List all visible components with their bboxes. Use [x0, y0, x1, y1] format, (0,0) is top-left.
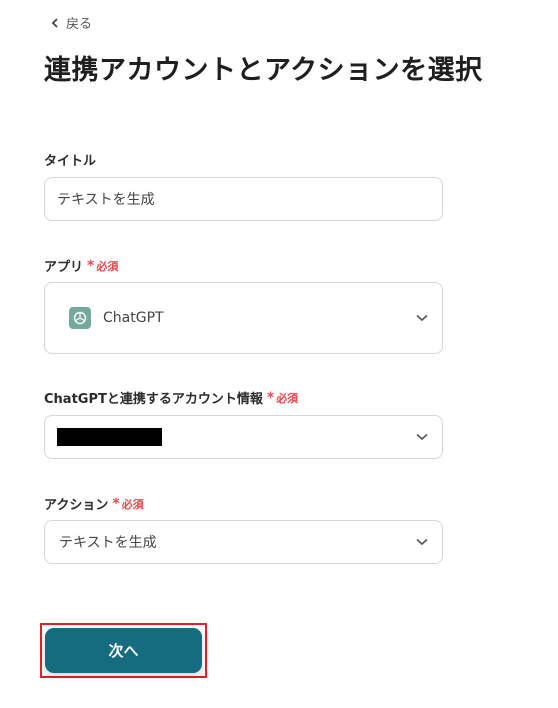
- app-label-text: アプリ: [44, 260, 84, 275]
- action-field-label: アクション * 必須: [44, 494, 144, 514]
- title-label-text: タイトル: [44, 154, 97, 169]
- action-label-text: アクション: [44, 498, 109, 513]
- app-select-value: ChatGPT: [103, 310, 164, 326]
- next-button-highlight: 次へ: [40, 623, 207, 678]
- title-input-value: テキストを生成: [57, 192, 155, 208]
- required-text: 必須: [121, 497, 144, 511]
- required-asterisk-icon: *: [266, 389, 275, 406]
- redacted-account-value: [57, 428, 162, 446]
- chevron-down-icon: [416, 433, 428, 441]
- app-select[interactable]: ChatGPT: [44, 282, 443, 354]
- page-title: 連携アカウントとアクションを選択: [44, 55, 483, 86]
- title-input[interactable]: テキストを生成: [44, 177, 443, 221]
- action-select[interactable]: テキストを生成: [44, 520, 443, 564]
- chevron-left-icon: [51, 17, 58, 28]
- title-field-label: タイトル: [44, 150, 96, 169]
- required-badge: * 必須: [112, 496, 143, 512]
- required-text: 必須: [276, 391, 299, 405]
- account-select[interactable]: [44, 415, 443, 459]
- app-field-label: アプリ * 必須: [44, 256, 118, 276]
- chevron-down-icon: [416, 538, 428, 546]
- chatgpt-logo-icon: [69, 307, 91, 329]
- account-field-label: ChatGPTと連携するアカウント情報 * 必須: [44, 388, 298, 408]
- account-label-text: ChatGPTと連携するアカウント情報: [44, 392, 263, 407]
- required-badge: * 必須: [267, 390, 298, 406]
- required-asterisk-icon: *: [87, 257, 95, 274]
- required-badge: * 必須: [87, 258, 118, 274]
- back-label: 戻る: [66, 17, 93, 32]
- required-asterisk-icon: *: [112, 495, 120, 512]
- back-link[interactable]: 戻る: [50, 13, 92, 32]
- required-text: 必須: [96, 259, 119, 273]
- chevron-down-icon: [416, 314, 428, 322]
- next-button[interactable]: 次へ: [45, 628, 202, 673]
- action-select-value: テキストを生成: [59, 535, 157, 551]
